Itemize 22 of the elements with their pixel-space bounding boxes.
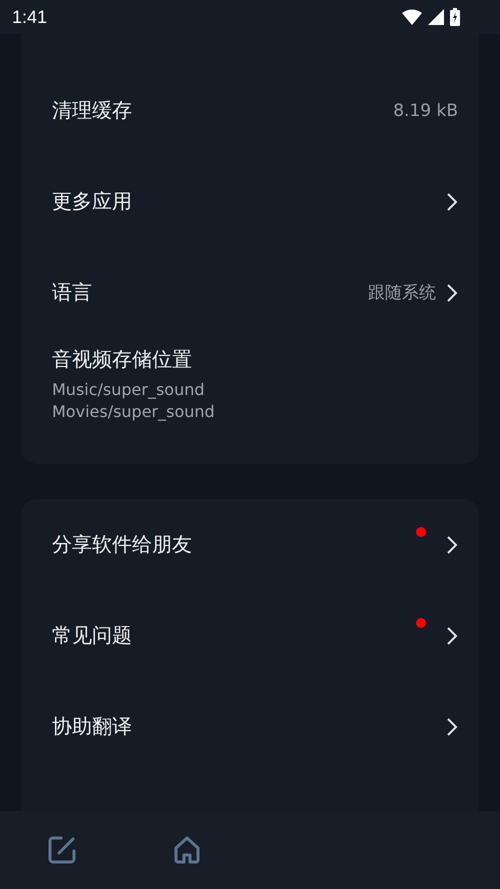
chevron-right-icon[interactable] — [446, 192, 458, 212]
chevron-right-icon[interactable] — [446, 534, 458, 554]
setting-subtitle: Music/super_sound — [52, 379, 206, 401]
setting-title[interactable]: 更多应用 — [52, 188, 132, 215]
setting-title[interactable]: 协助翻译 — [52, 713, 132, 740]
wifi-icon — [402, 9, 422, 25]
setting-value: 8.19 kB — [393, 100, 458, 120]
setting-title[interactable]: 音视频存储位置 — [52, 346, 215, 373]
setting-title[interactable]: 语言 — [52, 279, 92, 306]
signal-icon — [428, 9, 444, 25]
edit-icon[interactable] — [47, 835, 77, 865]
status-time: 1:41 — [12, 6, 48, 28]
setting-value: 跟随系统 — [368, 282, 436, 304]
chevron-right-icon[interactable] — [446, 716, 458, 736]
setting-title[interactable]: 分享软件给朋友 — [52, 531, 192, 558]
home-icon[interactable] — [172, 835, 202, 865]
setting-title[interactable]: 清理缓存 — [52, 97, 132, 124]
chevron-right-icon[interactable] — [446, 282, 458, 302]
setting-subtitle: Movies/super_sound — [52, 401, 215, 423]
battery-icon — [450, 8, 460, 26]
setting-title[interactable]: 常见问题 — [52, 622, 132, 649]
chevron-right-icon[interactable] — [446, 626, 458, 646]
